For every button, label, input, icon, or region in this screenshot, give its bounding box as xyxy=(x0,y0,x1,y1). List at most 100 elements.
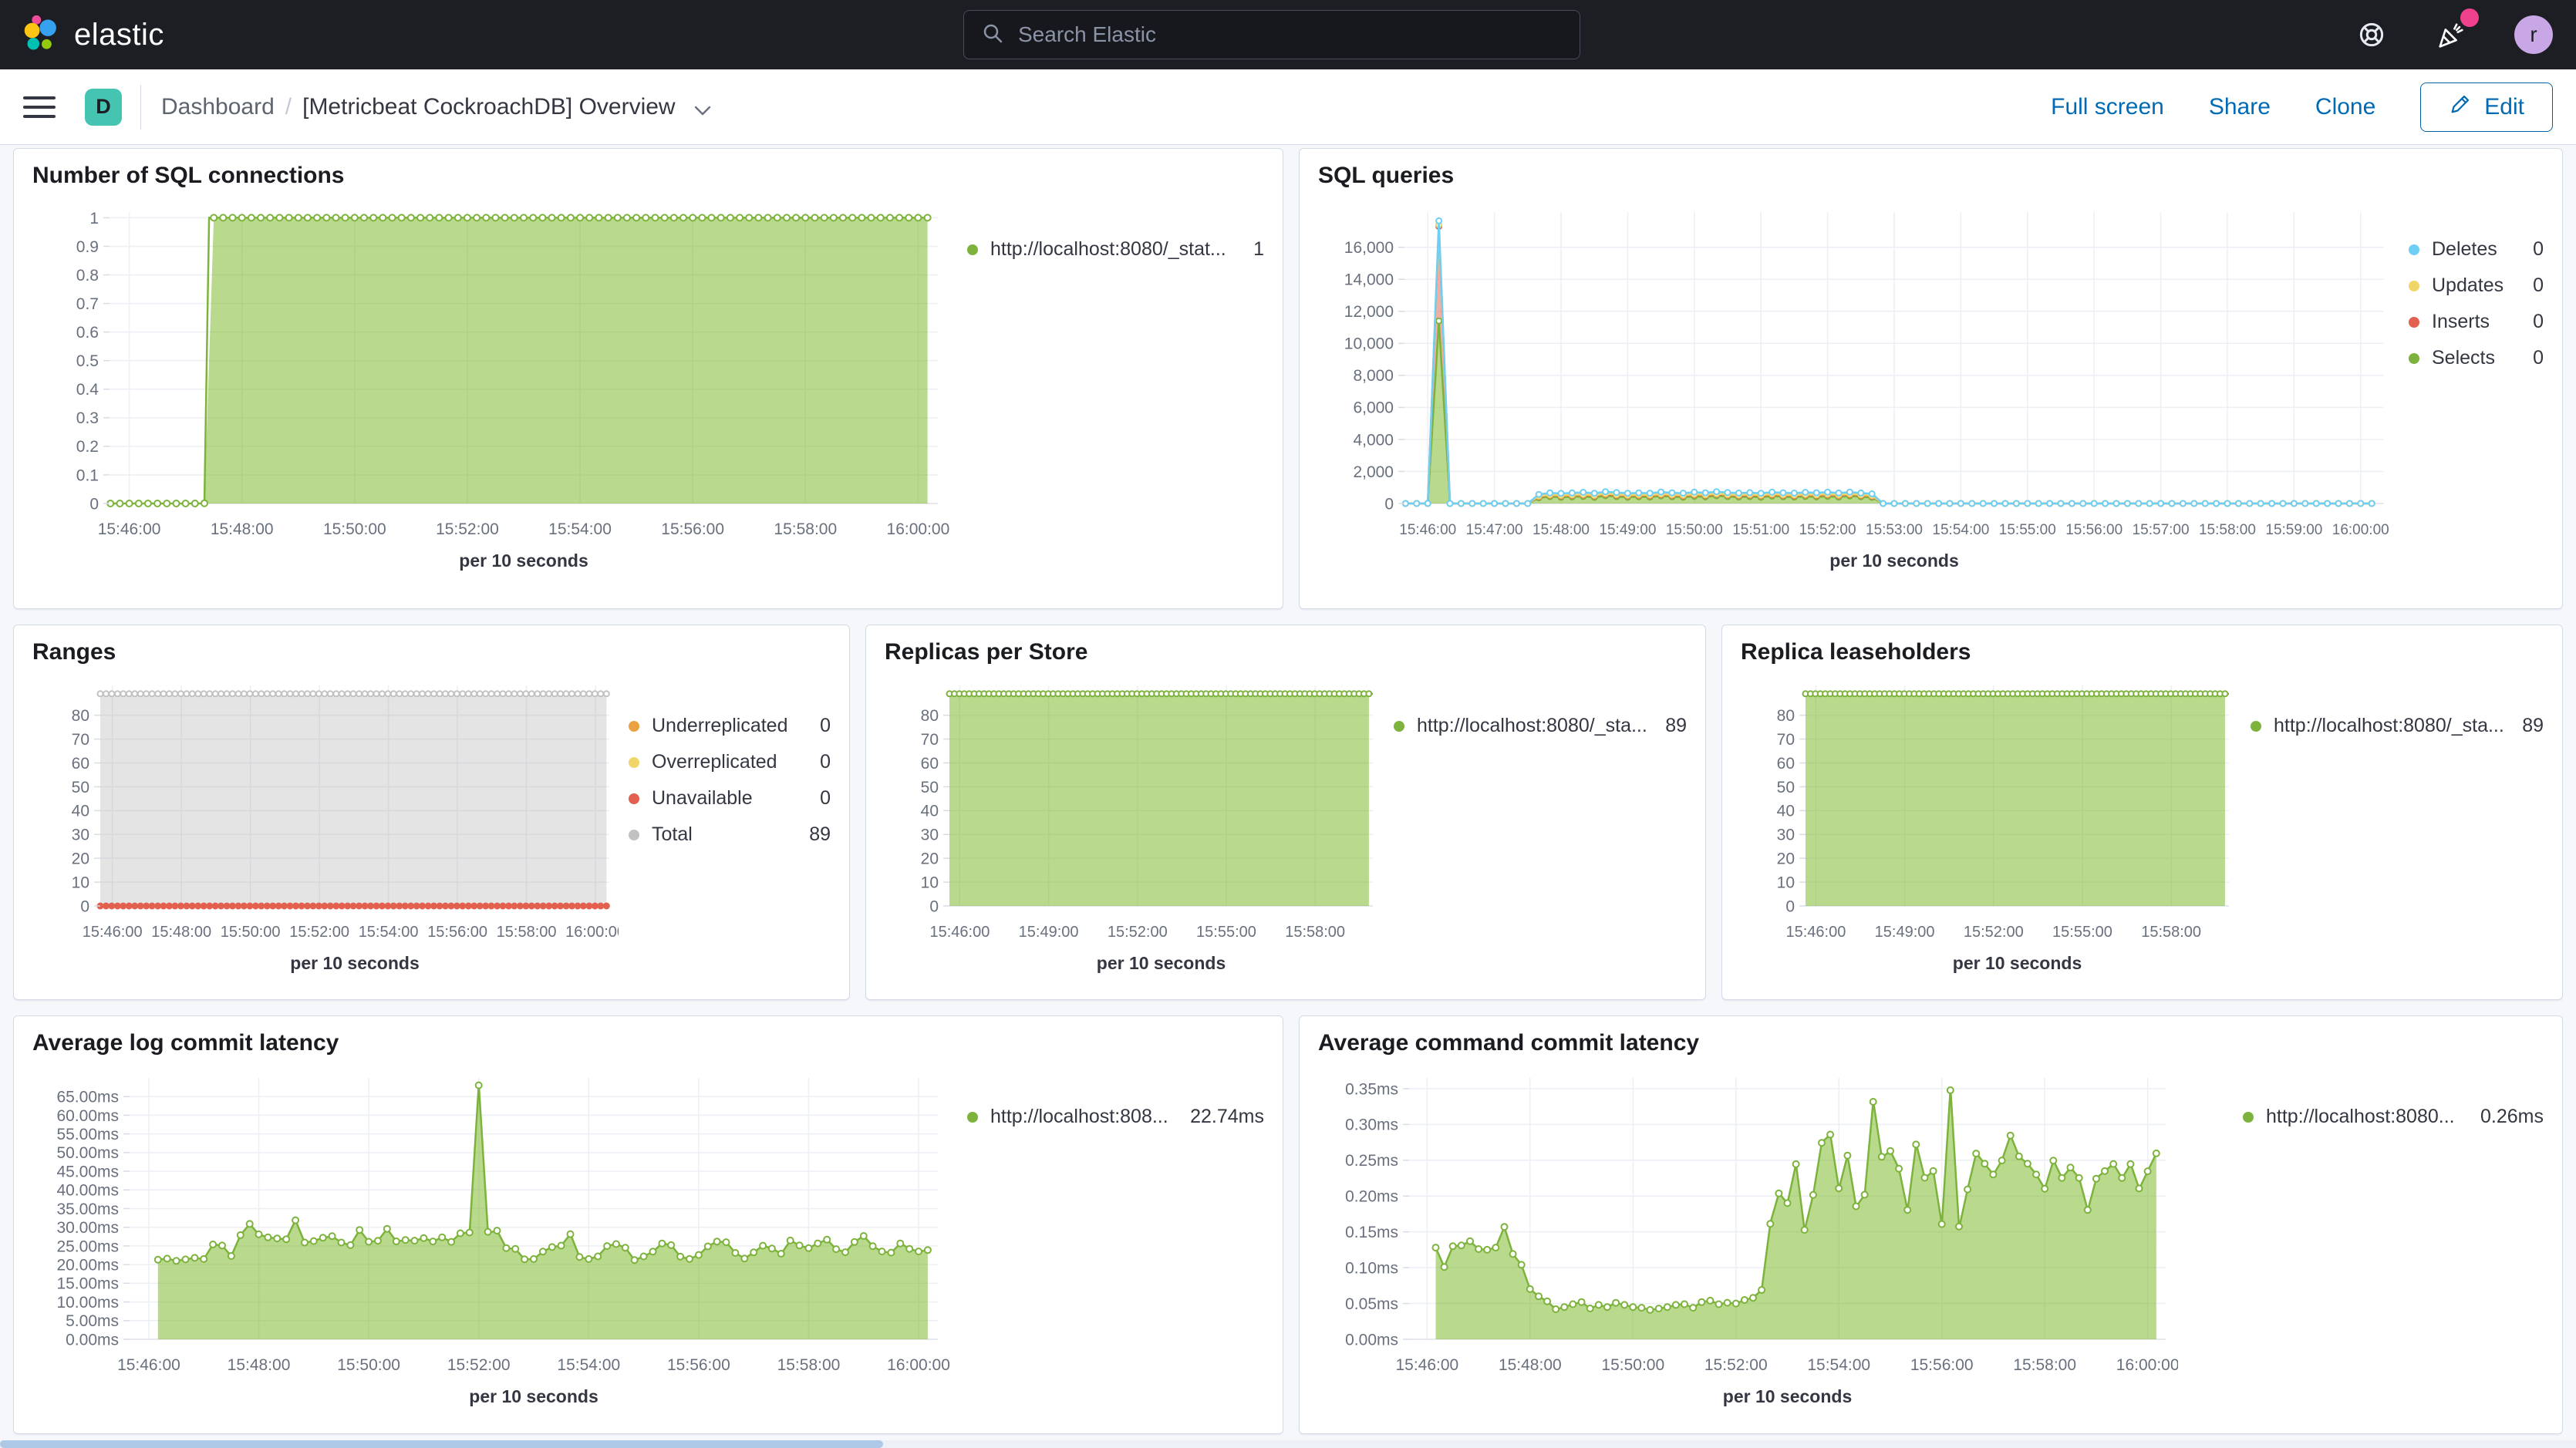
legend-item[interactable]: http://localhost:8080/_stat...1 xyxy=(967,238,1264,261)
chevron-down-icon[interactable] xyxy=(694,96,711,123)
legend-item[interactable]: Selects0 xyxy=(2409,347,2544,369)
legend-item[interactable]: Deletes 0 xyxy=(2409,238,2544,261)
svg-text:15:48:00: 15:48:00 xyxy=(1532,522,1590,538)
legend-item[interactable]: Underreplicated0 xyxy=(629,715,831,737)
legend-item[interactable]: http://localhost:8080/_sta...89 xyxy=(2251,715,2544,737)
svg-text:0.05ms: 0.05ms xyxy=(1345,1295,1398,1313)
search-input[interactable]: Search Elastic xyxy=(963,10,1580,59)
svg-text:10: 10 xyxy=(921,874,939,891)
edit-button[interactable]: Edit xyxy=(2420,83,2553,132)
svg-text:0.35ms: 0.35ms xyxy=(1345,1080,1398,1098)
full-screen-button[interactable]: Full screen xyxy=(2051,94,2164,120)
legend-item[interactable]: Inserts0 xyxy=(2409,311,2544,333)
svg-text:per 10 seconds: per 10 seconds xyxy=(469,1386,598,1406)
legend-item[interactable]: http://localhost:8080...0.26ms xyxy=(2243,1106,2544,1128)
svg-text:10: 10 xyxy=(1777,874,1795,891)
panel-title[interactable]: Replica leaseholders xyxy=(1741,639,2544,665)
elastic-brand[interactable]: elastic xyxy=(23,15,164,56)
chart-legend: http://localhost:8080/_sta...89 xyxy=(2251,672,2544,980)
svg-text:15:52:00: 15:52:00 xyxy=(447,1356,511,1374)
legend-series-dot-icon xyxy=(967,244,978,255)
legend-series-dot-icon xyxy=(2251,721,2261,732)
breadcrumb-separator: / xyxy=(285,94,292,120)
breadcrumb-current-title[interactable]: [Metricbeat CockroachDB] Overview xyxy=(302,94,676,120)
svg-text:65.00ms: 65.00ms xyxy=(56,1089,119,1106)
panel-title[interactable]: Average log commit latency xyxy=(32,1030,1264,1056)
legend-label: Unavailable xyxy=(652,787,753,810)
breadcrumb-dashboard[interactable]: Dashboard xyxy=(161,94,275,120)
svg-text:0: 0 xyxy=(1785,897,1795,915)
chart-command-commit-latency[interactable]: 0.00ms0.05ms0.10ms0.15ms0.20ms0.25ms0.30… xyxy=(1318,1062,2178,1413)
svg-text:30: 30 xyxy=(1777,827,1795,844)
legend-label: http://localhost:8080... xyxy=(2266,1106,2455,1128)
panel-title[interactable]: SQL queries xyxy=(1318,163,2544,189)
svg-text:15:48:00: 15:48:00 xyxy=(211,520,274,538)
scrollbar-thumb[interactable] xyxy=(0,1440,883,1448)
legend-item[interactable]: Overreplicated0 xyxy=(629,751,831,773)
svg-text:0.1: 0.1 xyxy=(76,466,99,484)
svg-text:0: 0 xyxy=(89,495,99,513)
svg-text:0.7: 0.7 xyxy=(76,295,99,313)
svg-text:30.00ms: 30.00ms xyxy=(56,1219,119,1237)
legend-item[interactable]: Unavailable0 xyxy=(629,787,831,810)
pencil-icon xyxy=(2449,93,2472,122)
legend-series-dot-icon xyxy=(629,830,639,840)
legend-item[interactable]: http://localhost:8080/_sta...89 xyxy=(1394,715,1687,737)
chart-log-commit-latency[interactable]: 0.00ms5.00ms10.00ms15.00ms20.00ms25.00ms… xyxy=(32,1062,950,1413)
user-avatar[interactable]: r xyxy=(2514,15,2553,54)
legend-label: Inserts xyxy=(2432,311,2490,333)
horizontal-scrollbar[interactable] xyxy=(0,1440,2576,1448)
svg-text:15:59:00: 15:59:00 xyxy=(2265,522,2322,538)
svg-text:14,000: 14,000 xyxy=(1344,271,1394,289)
svg-text:15:52:00: 15:52:00 xyxy=(1799,522,1856,538)
whats-new-icon[interactable] xyxy=(2434,18,2468,52)
svg-text:0: 0 xyxy=(1384,495,1394,513)
legend-label: Total xyxy=(652,823,693,846)
legend-series-dot-icon xyxy=(967,1112,978,1123)
chart-sql-queries[interactable]: 02,0004,0006,0008,00010,00012,00014,0001… xyxy=(1318,195,2398,581)
svg-text:per 10 seconds: per 10 seconds xyxy=(1829,551,1958,571)
chart-replicas-per-store[interactable]: 0102030405060708015:46:0015:49:0015:52:0… xyxy=(885,672,1382,980)
panel-title[interactable]: Number of SQL connections xyxy=(32,163,1264,189)
svg-text:70: 70 xyxy=(72,731,89,749)
legend-series-dot-icon xyxy=(629,757,639,768)
svg-text:60.00ms: 60.00ms xyxy=(56,1107,119,1125)
panel-command-commit-latency: Average command commit latency 0.00ms0.0… xyxy=(1299,1015,2563,1434)
clone-button[interactable]: Clone xyxy=(2315,94,2375,120)
legend-value: 22.74ms xyxy=(1181,1106,1264,1128)
legend-value: 89 xyxy=(2513,715,2544,737)
elastic-logo-icon xyxy=(23,15,59,56)
svg-text:15:52:00: 15:52:00 xyxy=(1108,924,1168,941)
help-icon[interactable] xyxy=(2355,19,2388,51)
legend-item[interactable]: Updates0 xyxy=(2409,274,2544,297)
svg-text:15:52:00: 15:52:00 xyxy=(1964,924,2024,941)
chart-sql-connections[interactable]: 00.10.20.30.40.50.60.70.80.9115:46:0015:… xyxy=(32,195,950,581)
hamburger-menu-icon[interactable] xyxy=(23,96,56,118)
svg-text:16:00:00: 16:00:00 xyxy=(887,1356,950,1374)
svg-text:15:46:00: 15:46:00 xyxy=(1395,1356,1458,1374)
svg-text:15:50:00: 15:50:00 xyxy=(1601,1356,1664,1374)
chart-ranges[interactable]: 0102030405060708015:46:0015:48:0015:50:0… xyxy=(32,672,619,980)
chart-replica-leaseholders[interactable]: 0102030405060708015:46:0015:49:0015:52:0… xyxy=(1741,672,2238,980)
panel-title[interactable]: Average command commit latency xyxy=(1318,1030,2544,1056)
panel-title[interactable]: Ranges xyxy=(32,639,831,665)
svg-text:15:54:00: 15:54:00 xyxy=(548,520,612,538)
legend-label: Underreplicated xyxy=(652,715,788,737)
panel-title[interactable]: Replicas per Store xyxy=(885,639,1687,665)
legend-series-dot-icon xyxy=(1394,721,1404,732)
chart-legend: http://localhost:8080/_sta...89 xyxy=(1394,672,1687,980)
legend-value: 0 xyxy=(2524,238,2544,261)
dashboard-app-tile[interactable]: D xyxy=(85,89,122,126)
svg-text:20: 20 xyxy=(1777,850,1795,868)
svg-text:60: 60 xyxy=(1777,755,1795,773)
svg-text:0.8: 0.8 xyxy=(76,267,99,285)
share-button[interactable]: Share xyxy=(2209,94,2271,120)
svg-text:1: 1 xyxy=(89,210,99,227)
legend-item[interactable]: http://localhost:808...22.74ms xyxy=(967,1106,1264,1128)
legend-value: 89 xyxy=(800,823,831,846)
legend-label: Deletes xyxy=(2432,238,2497,261)
legend-item[interactable]: Total 89 xyxy=(629,823,831,846)
svg-text:16,000: 16,000 xyxy=(1344,239,1394,257)
svg-text:15:54:00: 15:54:00 xyxy=(557,1356,620,1374)
panel-sql-queries: SQL queries 02,0004,0006,0008,00010,0001… xyxy=(1299,148,2563,609)
